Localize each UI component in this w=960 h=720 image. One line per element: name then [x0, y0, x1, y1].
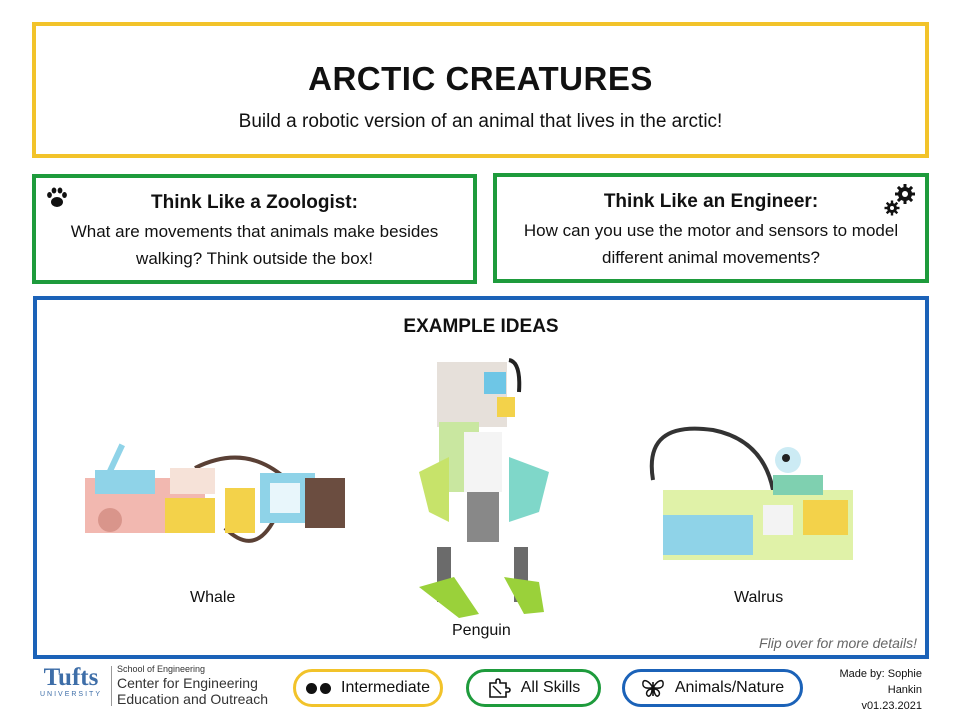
- tufts-wordmark: Tufts UNIVERSITY: [39, 664, 102, 698]
- engineer-heading: Think Like an Engineer:: [603, 191, 819, 212]
- tufts-ceeo-logo: Tufts UNIVERSITY School of Engineering C…: [36, 664, 276, 710]
- skills-tag: All Skills: [466, 669, 601, 707]
- penguin-robot-image: [419, 358, 549, 618]
- example-caption-walrus: Walrus: [734, 589, 784, 606]
- example-ideas-panel: EXAMPLE IDEAS Whale Penguin Walrus Flip …: [33, 296, 929, 659]
- center-name-line2: Education and Outreach: [117, 691, 268, 707]
- engineer-panel: Think Like an Engineer: How can you use …: [493, 173, 929, 283]
- credit-line1: Made by: Sophie: [839, 668, 922, 680]
- zoologist-panel: Think Like a Zoologist: What are movemen…: [32, 174, 477, 284]
- page-subtitle: Build a robotic version of an animal tha…: [238, 111, 723, 132]
- zoologist-heading: Think Like a Zoologist:: [151, 192, 358, 213]
- author-credit: Made by: Sophie Hankin v01.23.2021: [839, 666, 922, 714]
- level-tag-label: Intermediate: [341, 679, 430, 696]
- version-label: v01.23.2021: [861, 700, 922, 712]
- two-dots-icon: [306, 682, 332, 694]
- credit-line2: Hankin: [887, 684, 922, 696]
- example-caption-whale: Whale: [190, 589, 236, 606]
- flip-over-note: Flip over for more details!: [759, 635, 917, 651]
- topic-tag: Animals/Nature: [622, 669, 803, 707]
- example-ideas-title: EXAMPLE IDEAS: [403, 316, 559, 337]
- topic-tag-label: Animals/Nature: [674, 679, 785, 696]
- center-name-line1: Center for Engineering: [117, 675, 258, 691]
- puzzle-icon: [488, 678, 511, 698]
- walrus-robot-image: [649, 426, 853, 560]
- school-name: School of Engineering: [117, 664, 206, 674]
- zoologist-question: What are movements that animals make bes…: [70, 222, 439, 268]
- paw-icon: [47, 187, 67, 207]
- example-caption-penguin: Penguin: [452, 622, 511, 639]
- level-tag: Intermediate: [293, 669, 443, 707]
- whale-robot-image: [85, 443, 345, 543]
- logo-divider: [111, 666, 112, 706]
- page-title: ARCTIC CREATURES: [308, 60, 653, 97]
- butterfly-icon: [641, 679, 664, 697]
- title-panel: ARCTIC CREATURES Build a robotic version…: [32, 22, 929, 158]
- skills-tag-label: All Skills: [520, 679, 581, 696]
- gears-icon: [884, 184, 915, 216]
- engineer-question: How can you use the motor and sensors to…: [523, 221, 899, 267]
